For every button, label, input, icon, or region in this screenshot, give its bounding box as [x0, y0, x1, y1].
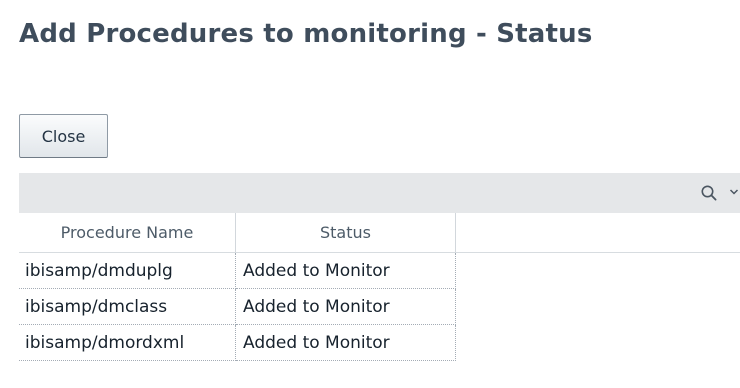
procedure-name-cell: ibisamp/dmclass [19, 289, 236, 325]
search-icon[interactable] [700, 184, 718, 202]
status-cell: Added to Monitor [236, 325, 456, 361]
table-row[interactable]: ibisamp/dmduplg Added to Monitor [19, 253, 456, 289]
status-dialog: Add Procedures to monitoring - Status Cl… [0, 0, 740, 388]
procedure-name-cell: ibisamp/dmduplg [19, 253, 236, 289]
table-header: Procedure Name Status [19, 213, 740, 253]
table-row[interactable]: ibisamp/dmclass Added to Monitor [19, 289, 456, 325]
close-button[interactable]: Close [19, 114, 108, 158]
procedure-name-cell: ibisamp/dmordxml [19, 325, 236, 361]
page-title: Add Procedures to monitoring - Status [19, 19, 593, 49]
status-table: Procedure Name Status ibisamp/dmduplg Ad… [19, 213, 740, 388]
table-toolbar [19, 173, 740, 213]
chevron-down-icon[interactable] [729, 187, 739, 197]
table-row[interactable]: ibisamp/dmordxml Added to Monitor [19, 325, 456, 361]
column-header-filler [456, 213, 740, 252]
status-cell: Added to Monitor [236, 289, 456, 325]
column-header-status[interactable]: Status [236, 213, 456, 252]
column-header-procedure-name[interactable]: Procedure Name [19, 213, 236, 252]
status-cell: Added to Monitor [236, 253, 456, 289]
